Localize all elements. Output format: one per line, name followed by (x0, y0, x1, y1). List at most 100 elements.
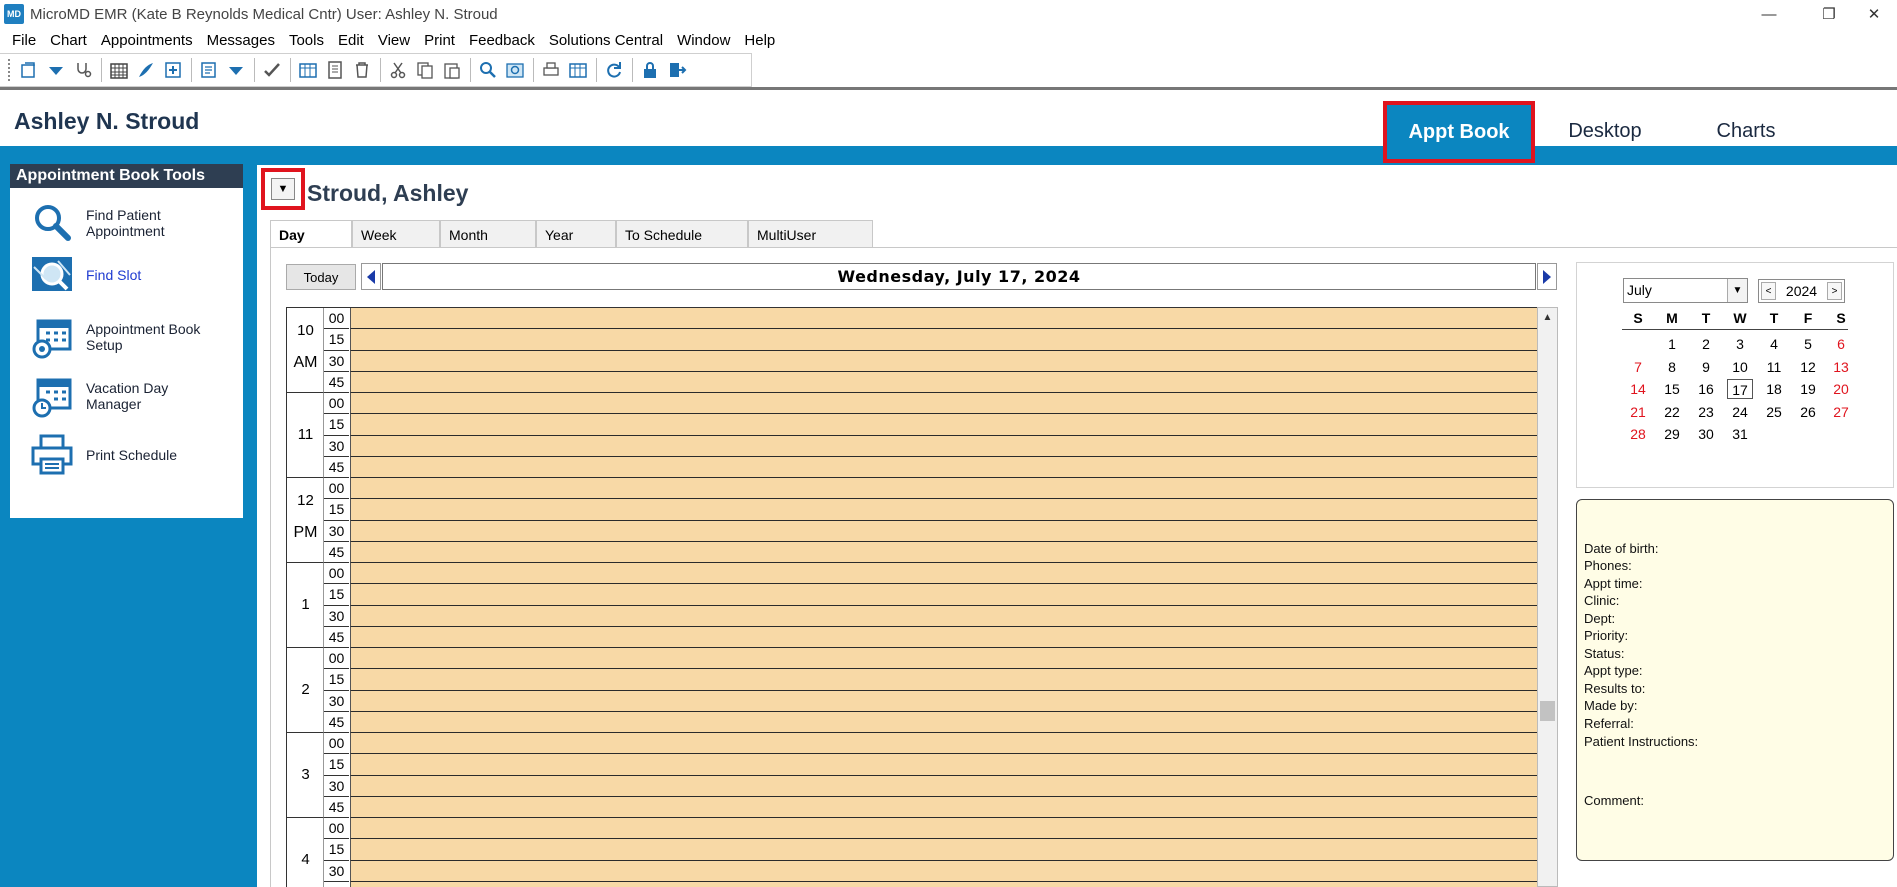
refresh-icon[interactable] (601, 57, 626, 83)
calendar-day[interactable]: 8 (1659, 357, 1685, 377)
calendar-day[interactable]: 9 (1693, 357, 1719, 377)
calendar-day[interactable]: 19 (1795, 379, 1821, 399)
tab-appt-book[interactable]: Appt Book (1383, 101, 1535, 163)
tab-month[interactable]: Month (440, 220, 536, 248)
scrollbar-thumb[interactable] (1540, 701, 1555, 721)
time-slot[interactable] (350, 371, 1537, 393)
toolbar-grip[interactable] (8, 59, 12, 81)
time-slot[interactable] (350, 796, 1537, 818)
calendar-day[interactable]: 17 (1727, 379, 1753, 399)
calendar-day[interactable]: 12 (1795, 357, 1821, 377)
year-spinner[interactable]: < 2024 > (1758, 279, 1845, 303)
time-slot[interactable] (350, 839, 1537, 861)
calendar-day[interactable]: 24 (1727, 402, 1753, 422)
minimize-button[interactable]: — (1746, 2, 1792, 26)
calendar-day[interactable]: 15 (1659, 379, 1685, 399)
tab-charts[interactable]: Charts (1686, 102, 1806, 160)
signature-icon[interactable] (259, 57, 284, 83)
calendar-day[interactable]: 23 (1693, 402, 1719, 422)
time-slot[interactable] (350, 754, 1537, 776)
tool-print-schedule[interactable]: Print Schedule (10, 430, 243, 480)
time-slot[interactable] (350, 584, 1537, 606)
next-day-button[interactable] (1537, 263, 1557, 290)
time-slot[interactable] (350, 435, 1537, 457)
calendar-day[interactable]: 6 (1828, 334, 1854, 354)
calendar-day[interactable]: 26 (1795, 402, 1821, 422)
calendar-day[interactable]: 27 (1828, 402, 1854, 422)
tab-week[interactable]: Week (352, 220, 440, 248)
calendar-day[interactable]: 5 (1795, 334, 1821, 354)
time-slot[interactable] (350, 648, 1537, 670)
tab-day[interactable]: Day (270, 220, 352, 248)
year-next-icon[interactable]: > (1827, 282, 1842, 300)
menu-file[interactable]: File (0, 32, 43, 49)
trash-icon[interactable] (349, 57, 374, 83)
calendar-day[interactable]: 28 (1625, 424, 1651, 444)
tab-year[interactable]: Year (536, 220, 616, 248)
paste-icon[interactable] (439, 57, 464, 83)
time-slot[interactable] (350, 520, 1537, 542)
menu-window[interactable]: Window (670, 32, 737, 49)
calendar-day[interactable]: 18 (1761, 379, 1787, 399)
provider-dropdown-button[interactable]: ▼ (261, 168, 305, 210)
document-list-icon[interactable] (322, 57, 347, 83)
time-slot[interactable] (350, 669, 1537, 691)
tab-multiuser[interactable]: MultiUser (748, 220, 873, 248)
time-slot[interactable] (350, 393, 1537, 415)
time-slot[interactable] (350, 350, 1537, 372)
menu-print[interactable]: Print (417, 32, 462, 49)
chevron-down-icon[interactable] (43, 57, 68, 83)
previous-day-button[interactable] (361, 263, 381, 290)
find-image-icon[interactable] (502, 57, 527, 83)
add-document-icon[interactable] (160, 57, 185, 83)
calendar-day[interactable]: 31 (1727, 424, 1753, 444)
tool-vacation-day-manager[interactable]: Vacation Day Manager (10, 371, 243, 421)
month-select[interactable]: July ▼ (1623, 278, 1748, 303)
calendar-day[interactable]: 22 (1659, 402, 1685, 422)
calendar-day[interactable]: 29 (1659, 424, 1685, 444)
time-slot[interactable] (350, 733, 1537, 755)
calendar-day[interactable]: 16 (1693, 379, 1719, 399)
time-slot[interactable] (350, 478, 1537, 500)
today-button[interactable]: Today (286, 264, 356, 290)
copy-icon[interactable] (412, 57, 437, 83)
time-slot[interactable] (350, 541, 1537, 563)
time-slot[interactable] (350, 414, 1537, 436)
calendar-day[interactable]: 4 (1761, 334, 1787, 354)
calendar-day[interactable]: 3 (1727, 334, 1753, 354)
time-slot[interactable] (350, 711, 1537, 733)
menu-help[interactable]: Help (737, 32, 782, 49)
time-slot[interactable] (350, 860, 1537, 882)
time-slot[interactable] (350, 626, 1537, 648)
menu-solutions-central[interactable]: Solutions Central (542, 32, 670, 49)
time-slot[interactable] (350, 499, 1537, 521)
menu-feedback[interactable]: Feedback (462, 32, 542, 49)
menu-edit[interactable]: Edit (331, 32, 371, 49)
tool-find-patient-appointment[interactable]: Find Patient Appointment (10, 198, 243, 248)
tool-appointment-book-setup[interactable]: Appointment Book Setup (10, 312, 243, 362)
time-slot[interactable] (350, 308, 1537, 330)
tool-find-slot[interactable]: Find Slot (10, 250, 243, 300)
time-slot[interactable] (350, 881, 1537, 887)
logout-icon[interactable] (664, 57, 689, 83)
print-icon[interactable] (538, 57, 563, 83)
tab-to-schedule[interactable]: To Schedule (616, 220, 748, 248)
time-slot[interactable] (350, 456, 1537, 478)
time-slot[interactable] (350, 690, 1537, 712)
calendar-icon[interactable] (106, 57, 131, 83)
menu-messages[interactable]: Messages (200, 32, 282, 49)
quill-icon[interactable] (133, 57, 158, 83)
calendar-day[interactable]: 30 (1693, 424, 1719, 444)
calendar-day[interactable]: 1 (1659, 334, 1685, 354)
time-slot[interactable] (350, 818, 1537, 840)
tab-desktop[interactable]: Desktop (1545, 102, 1665, 160)
time-slot[interactable] (350, 329, 1537, 351)
stethoscope-icon[interactable] (70, 57, 95, 83)
calendar-people-icon[interactable] (295, 57, 320, 83)
close-button[interactable]: ✕ (1851, 2, 1897, 26)
schedule-print-icon[interactable] (565, 57, 590, 83)
chevron-down-icon[interactable]: ▼ (1727, 279, 1747, 302)
calendar-day[interactable]: 20 (1828, 379, 1854, 399)
restore-button[interactable]: ❐ (1806, 2, 1852, 26)
schedule-scrollbar[interactable]: ▲ (1537, 307, 1558, 887)
